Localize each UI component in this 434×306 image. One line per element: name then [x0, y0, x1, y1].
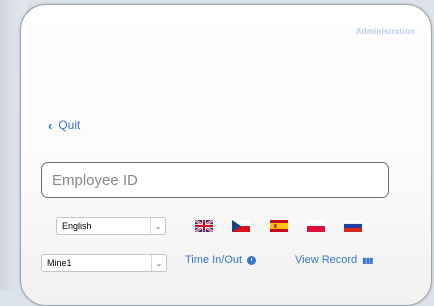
view-record-button[interactable]: View Record ▮▮▮ — [295, 254, 373, 266]
poland-flag[interactable] — [307, 218, 325, 234]
language-select[interactable]: English ⌄ — [56, 217, 166, 235]
records-icon: ▮▮▮ — [362, 255, 373, 265]
administration-link[interactable]: Administration — [356, 27, 415, 36]
quit-button[interactable]: ‹ Quit — [48, 118, 80, 132]
quit-label: Quit — [58, 118, 81, 132]
site-select[interactable]: Mine1 ⌄ — [41, 254, 167, 272]
chevron-down-icon: ⌄ — [150, 218, 165, 234]
time-in-out-label: Time In/Out — [185, 254, 243, 266]
time-in-out-button[interactable]: Time In/Out — [185, 254, 257, 266]
chevron-left-icon: ‹ — [48, 117, 53, 133]
language-select-value: English — [62, 221, 92, 231]
czech-flag[interactable] — [232, 218, 250, 234]
site-select-value: Mine1 — [47, 258, 72, 268]
spain-flag[interactable] — [270, 218, 288, 234]
russia-flag[interactable] — [344, 218, 362, 234]
chevron-down-icon: ⌄ — [151, 255, 166, 271]
view-record-label: View Record — [295, 254, 358, 266]
employee-id-input[interactable] — [41, 162, 389, 198]
united-kingdom-flag[interactable] — [195, 218, 213, 234]
clock-icon — [247, 255, 257, 265]
